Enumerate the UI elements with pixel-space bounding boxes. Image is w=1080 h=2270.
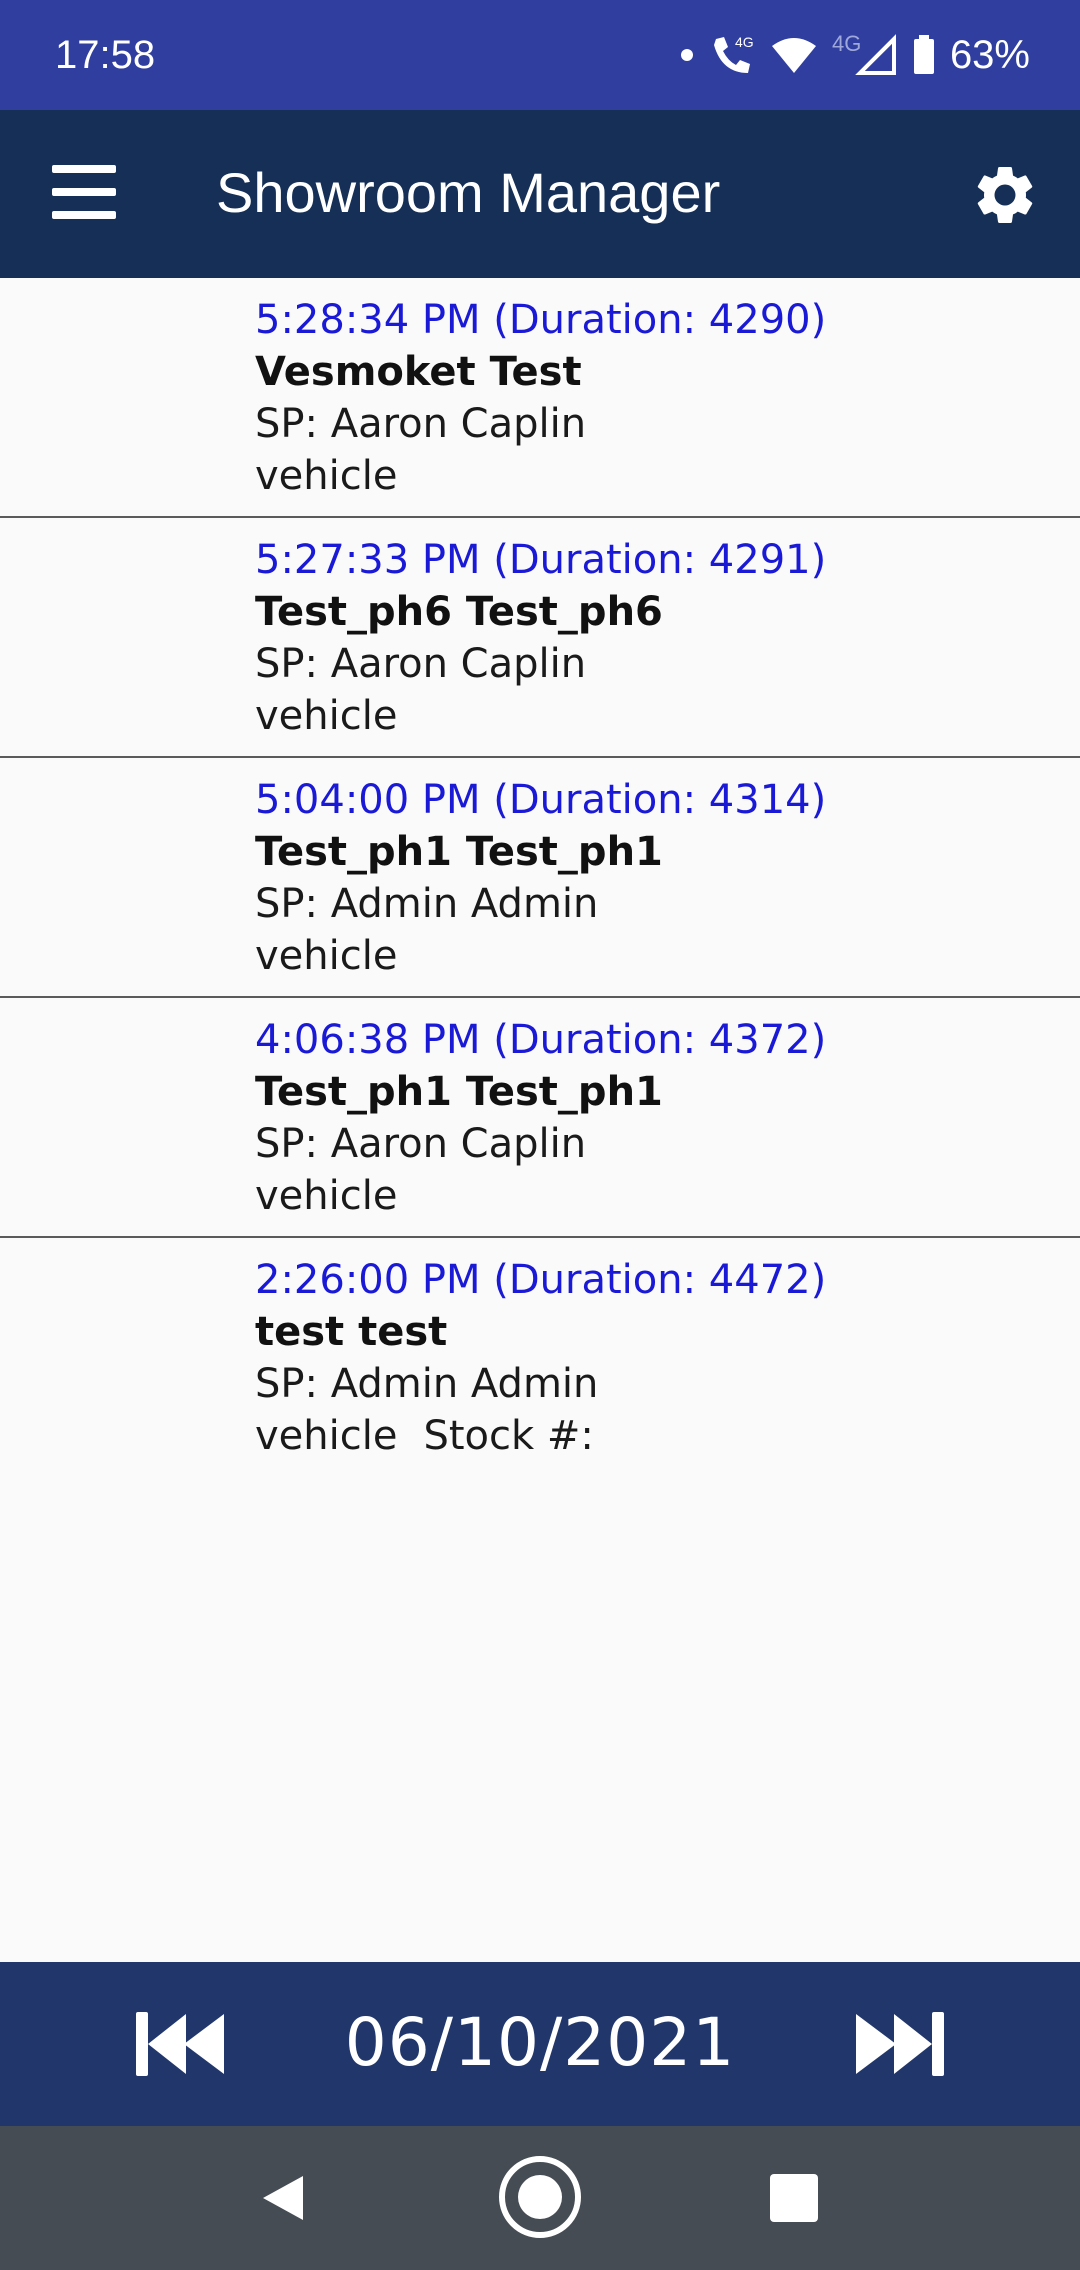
appointment-item[interactable]: 5:27:33 PM (Duration: 4291) Test_ph6 Tes…: [0, 518, 1080, 758]
appointment-time: 5:27:33 PM (Duration: 4291): [255, 537, 827, 583]
appointment-time: 4:06:38 PM (Duration: 4372): [255, 1017, 827, 1063]
appointment-vehicle: vehicle: [255, 450, 1080, 502]
vehicle-label: vehicle: [255, 933, 398, 979]
appointment-salesperson: SP: Admin Admin: [255, 1361, 599, 1407]
battery-icon: [913, 35, 934, 74]
status-time: 17:58: [55, 32, 156, 77]
app-bar: Showroom Manager: [0, 110, 1080, 278]
appointment-time: 5:28:34 PM (Duration: 4290): [255, 297, 827, 343]
volte-call-icon: 4G: [713, 34, 754, 73]
appointment-time: 2:26:00 PM (Duration: 4472): [255, 1257, 827, 1303]
appointment-item[interactable]: 5:04:00 PM (Duration: 4314) Test_ph1 Tes…: [0, 758, 1080, 998]
appointment-item[interactable]: 4:06:38 PM (Duration: 4372) Test_ph1 Tes…: [0, 998, 1080, 1238]
appointment-customer: Test_ph6 Test_ph6: [255, 589, 663, 635]
appointment-salesperson: SP: Admin Admin: [255, 881, 599, 927]
recent-apps-icon[interactable]: [770, 2174, 818, 2222]
status-bar: 17:58 4G 4G 63%: [0, 0, 1080, 110]
network-type-label: 4G: [832, 33, 861, 56]
status-icons: 4G 4G 63%: [680, 33, 1030, 78]
signal-icon: 4G: [832, 33, 896, 75]
appointment-item[interactable]: 2:26:00 PM (Duration: 4472) test test SP…: [0, 1238, 1080, 1478]
battery-percent: 63%: [949, 32, 1030, 77]
appointment-list: 5:28:34 PM (Duration: 4290) Vesmoket Tes…: [0, 278, 1080, 1478]
vehicle-label: vehicle: [255, 453, 398, 499]
appointment-customer: Test_ph1 Test_ph1: [255, 829, 663, 875]
app-title: Showroom Manager: [216, 161, 721, 224]
appointment-vehicle: vehicle: [255, 930, 1080, 982]
gear-icon[interactable]: [970, 160, 1040, 230]
appointment-customer: Test_ph1 Test_ph1: [255, 1069, 663, 1115]
skip-next-icon[interactable]: [854, 2010, 946, 2078]
hamburger-menu-icon[interactable]: [52, 165, 116, 221]
vehicle-label: vehicle: [255, 693, 398, 739]
vehicle-label: vehicle: [255, 1173, 398, 1219]
appointment-vehicle: vehicle Stock #:: [255, 1410, 1080, 1462]
home-icon[interactable]: [497, 2154, 583, 2240]
appointment-salesperson: SP: Aaron Caplin: [255, 401, 587, 447]
notification-dot-icon: [680, 49, 693, 61]
vehicle-label: vehicle: [255, 1413, 398, 1459]
back-icon[interactable]: [255, 2170, 311, 2226]
appointment-salesperson: SP: Aaron Caplin: [255, 641, 587, 687]
appointment-item[interactable]: 5:28:34 PM (Duration: 4290) Vesmoket Tes…: [0, 278, 1080, 518]
appointment-vehicle: vehicle: [255, 1170, 1080, 1222]
appointment-salesperson: SP: Aaron Caplin: [255, 1121, 587, 1167]
stock-number: Stock #:: [423, 1413, 594, 1459]
system-navigation-bar: [0, 2126, 1080, 2270]
appointment-time: 5:04:00 PM (Duration: 4314): [255, 777, 827, 823]
appointment-customer: Vesmoket Test: [255, 349, 582, 395]
date-navigation-bar: 06/10/2021: [0, 1962, 1080, 2126]
volte-label: 4G: [735, 34, 754, 50]
wifi-icon: [771, 38, 816, 73]
appointment-vehicle: vehicle: [255, 690, 1080, 742]
appointment-customer: test test: [255, 1309, 448, 1355]
